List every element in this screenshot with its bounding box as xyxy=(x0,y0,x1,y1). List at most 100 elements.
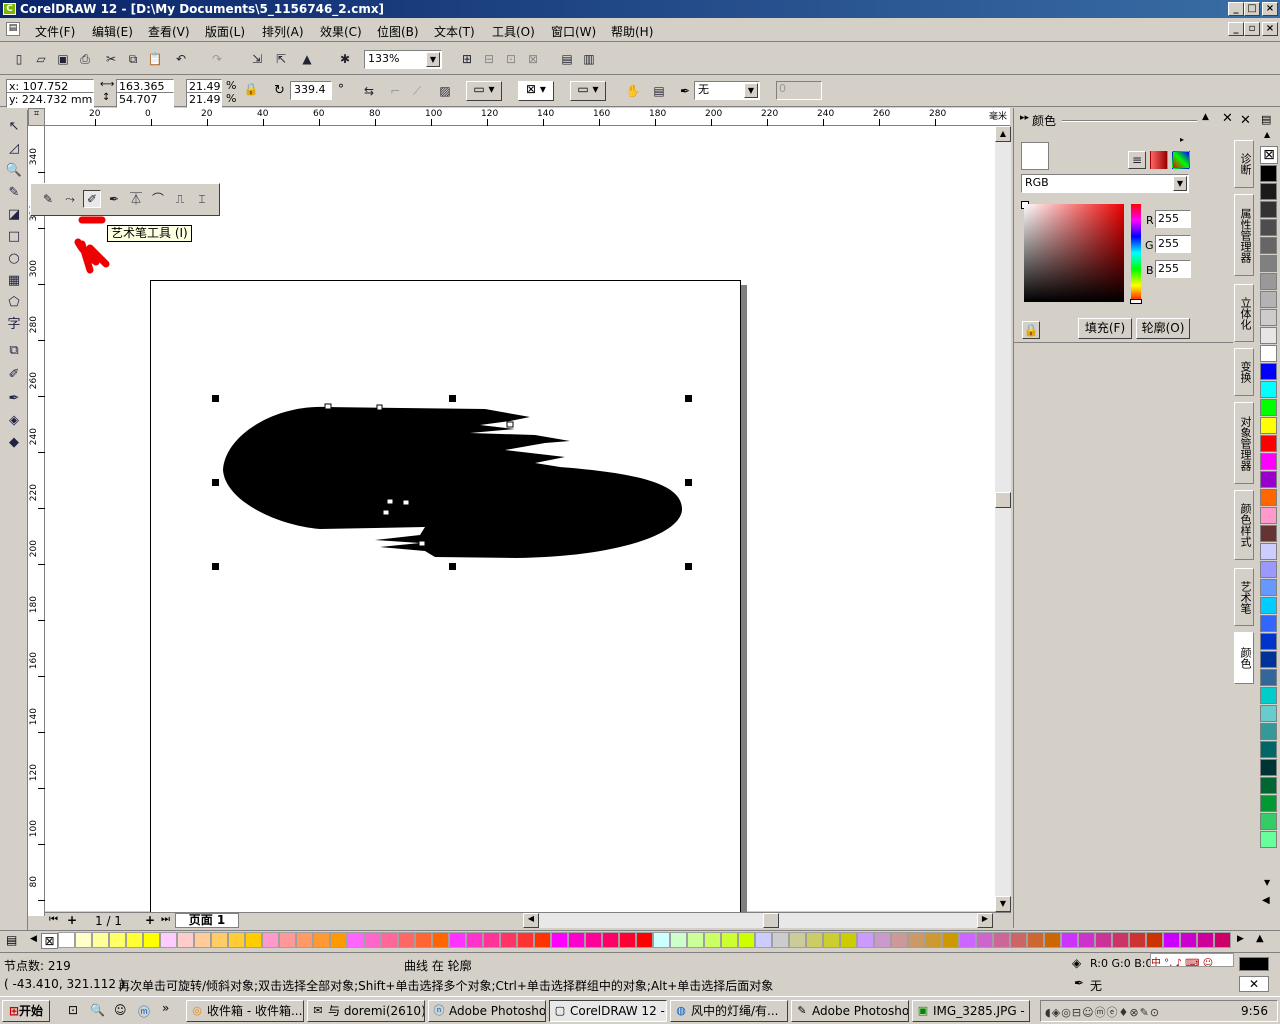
color-swatch[interactable] xyxy=(1260,417,1277,434)
task-image-viewer[interactable]: ▣ IMG_3285.JPG - ... xyxy=(912,1000,1030,1022)
node[interactable] xyxy=(376,404,383,411)
connector-icon[interactable]: ⎍ xyxy=(171,190,189,208)
color-swatch[interactable] xyxy=(1260,327,1277,344)
save-icon[interactable]: ▣ xyxy=(54,50,72,68)
color-swatch[interactable] xyxy=(976,932,993,948)
task-coreldraw[interactable]: ▢CorelDRAW 12 - ... xyxy=(549,1000,667,1022)
color-swatch[interactable] xyxy=(1260,759,1277,776)
scroll-up-button[interactable]: ▲ xyxy=(995,126,1011,142)
selection-handle[interactable] xyxy=(685,479,692,486)
color-swatch[interactable] xyxy=(1260,579,1277,596)
mirror-icon[interactable]: ⇆ xyxy=(360,82,378,100)
color-swatch[interactable] xyxy=(1260,489,1277,506)
text-tool-icon[interactable]: 字 xyxy=(3,314,25,335)
color-swatch[interactable] xyxy=(1027,932,1044,948)
color-swatch[interactable] xyxy=(1260,291,1277,308)
color-swatch[interactable] xyxy=(636,932,653,948)
color-viewers-icon[interactable] xyxy=(1150,151,1168,169)
color-swatch[interactable] xyxy=(1180,932,1197,948)
bottom-palette-left-icon[interactable]: ◀ xyxy=(30,934,37,944)
color-swatch[interactable] xyxy=(1078,932,1095,948)
color-swatch[interactable] xyxy=(279,932,296,948)
add-page-after-icon[interactable]: + xyxy=(145,913,155,927)
color-swatch[interactable] xyxy=(857,932,874,948)
tab-object-manager[interactable]: 对象管理器 xyxy=(1234,402,1254,484)
snap-objects-icon[interactable]: ⊡ xyxy=(502,50,520,68)
color-swatch[interactable] xyxy=(789,932,806,948)
tab-artistic-media[interactable]: 艺术笔 xyxy=(1234,568,1254,626)
hue-slider-handle[interactable] xyxy=(1130,299,1142,304)
first-page-icon[interactable]: ⏮ xyxy=(49,914,58,925)
quicklaunch-msn-icon[interactable]: ⓜ xyxy=(138,1003,150,1020)
art-brush-stroke[interactable] xyxy=(215,395,695,570)
selection-handle[interactable] xyxy=(449,395,456,402)
color-swatch[interactable] xyxy=(1163,932,1180,948)
y-position-field[interactable]: y: 224.732 mm xyxy=(6,92,94,108)
node[interactable] xyxy=(386,498,394,505)
color-swatch[interactable] xyxy=(1260,687,1277,704)
color-swatch[interactable] xyxy=(177,932,194,948)
color-swatch[interactable] xyxy=(228,932,245,948)
outline-width-combo[interactable]: 无 ▼ xyxy=(694,81,760,100)
tab-hints[interactable]: 诊断 xyxy=(1234,140,1254,188)
color-swatch[interactable] xyxy=(1260,381,1277,398)
freehand-tool-icon[interactable]: ✎ xyxy=(3,182,25,203)
color-swatch[interactable] xyxy=(772,932,789,948)
doc-restore-button[interactable]: ▫ xyxy=(1244,22,1260,36)
color-swatch[interactable] xyxy=(1260,471,1277,488)
color-swatch[interactable] xyxy=(585,932,602,948)
doc-icon[interactable]: ▤ xyxy=(6,22,20,36)
fill-tool-icon[interactable]: ◈ xyxy=(3,410,25,431)
task-photoshop-2[interactable]: ✎Adobe Photosho... xyxy=(791,1000,909,1022)
color-swatch[interactable] xyxy=(143,932,160,948)
color-swatch[interactable] xyxy=(1061,932,1078,948)
tab-transform[interactable]: 变换 xyxy=(1234,348,1254,396)
color-swatch[interactable] xyxy=(908,932,925,948)
tab-color[interactable]: 颜色 xyxy=(1234,632,1254,684)
vertical-ruler[interactable]: 3403203002802602402202001801601401201008… xyxy=(28,126,45,916)
app-launcher-icon[interactable]: ▤ xyxy=(558,50,576,68)
selection-handle[interactable] xyxy=(212,563,219,570)
bottom-palette-menu-icon[interactable]: ▤ xyxy=(6,933,17,947)
tray-icons[interactable]: ◖◈◎⊟☺ⓜⓔ♦⊗✎⊙ xyxy=(1045,1004,1160,1020)
color-swatch[interactable] xyxy=(1214,932,1231,948)
doc-minimize-button[interactable]: _ xyxy=(1228,22,1244,36)
b-value-field[interactable]: 255 xyxy=(1155,260,1191,278)
node[interactable] xyxy=(506,421,514,428)
node[interactable] xyxy=(324,403,332,410)
hand-icon[interactable]: ✋ xyxy=(624,82,642,100)
graph-paper-tool-icon[interactable]: ▦ xyxy=(3,270,25,291)
shape-dropdown[interactable]: ▭ ▾ xyxy=(466,81,502,101)
color-swatch[interactable] xyxy=(1129,932,1146,948)
color-swatch[interactable] xyxy=(500,932,517,948)
color-palettes-icon[interactable] xyxy=(1172,151,1190,169)
color-swatch[interactable] xyxy=(109,932,126,948)
color-swatch[interactable] xyxy=(398,932,415,948)
color-swatch[interactable] xyxy=(483,932,500,948)
smart-fill-tool-icon[interactable]: ◪ xyxy=(3,204,25,225)
zoom-tool-icon[interactable]: 🔍 xyxy=(3,160,25,181)
launcher-icon[interactable]: ▲ xyxy=(298,50,316,68)
last-page-icon[interactable]: ⏭ xyxy=(161,914,170,925)
bezier-icon[interactable]: ⤳ xyxy=(61,190,79,208)
copy-icon[interactable]: ⧉ xyxy=(124,50,142,68)
color-swatch[interactable] xyxy=(381,932,398,948)
menu-effects[interactable]: 效果(C) xyxy=(320,23,362,40)
selection-handle[interactable] xyxy=(212,395,219,402)
fill-dropdown[interactable]: ▭ ▾ xyxy=(570,81,606,101)
drawing-page[interactable] xyxy=(150,280,741,920)
color-swatch[interactable] xyxy=(1260,561,1277,578)
pen-tool-icon[interactable]: ✒ xyxy=(105,190,123,208)
menu-view[interactable]: 查看(V) xyxy=(148,23,190,40)
node[interactable] xyxy=(382,509,390,516)
chevron-down-icon[interactable]: ▼ xyxy=(744,83,758,98)
color-swatch[interactable] xyxy=(1260,237,1277,254)
color-swatch[interactable] xyxy=(1260,831,1277,848)
height-field[interactable]: 54.707 mm xyxy=(116,92,174,108)
color-swatch[interactable] xyxy=(806,932,823,948)
color-swatch[interactable] xyxy=(670,932,687,948)
color-swatch[interactable] xyxy=(1010,932,1027,948)
color-gradient-picker[interactable] xyxy=(1024,204,1124,302)
doc-close-button[interactable]: × xyxy=(1262,22,1278,36)
maximize-button[interactable]: □ xyxy=(1244,2,1260,16)
